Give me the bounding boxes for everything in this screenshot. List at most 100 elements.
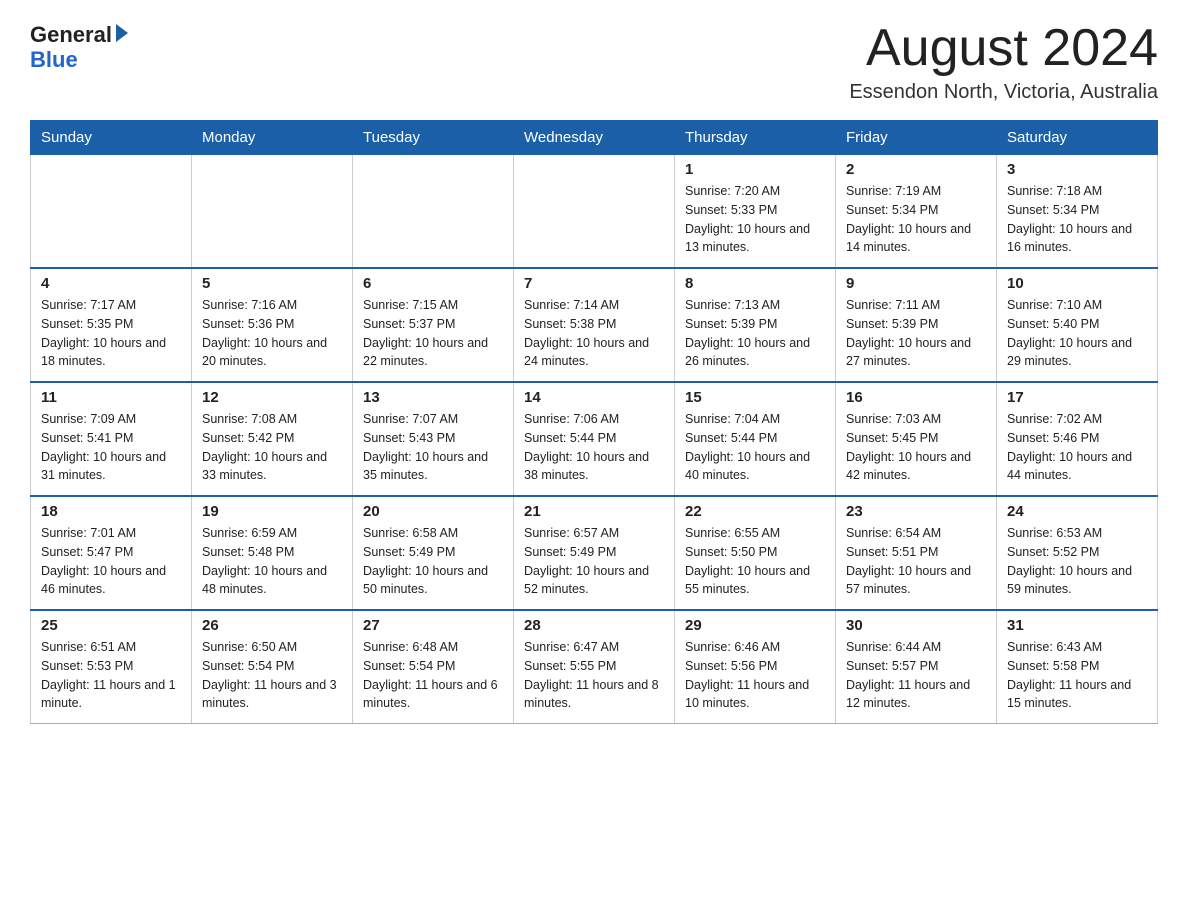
table-row <box>353 155 514 269</box>
day-number: 2 <box>846 161 986 178</box>
col-header-friday: Friday <box>836 121 997 155</box>
day-number: 6 <box>363 275 503 292</box>
table-row: 24 Sunrise: 6:53 AM Sunset: 5:52 PM Dayli… <box>997 496 1158 610</box>
day-info: Sunrise: 7:18 AM Sunset: 5:34 PM Dayligh… <box>1007 182 1147 257</box>
day-info: Sunrise: 6:43 AM Sunset: 5:58 PM Dayligh… <box>1007 638 1147 713</box>
table-row: 18Sunrise: 7:01 AM Sunset: 5:47 PM Dayli… <box>31 496 192 610</box>
day-info: Sunrise: 7:06 AM Sunset: 5:44 PM Dayligh… <box>524 410 664 485</box>
col-header-tuesday: Tuesday <box>353 121 514 155</box>
logo-blue-text: Blue <box>30 47 78 73</box>
day-number: 18 <box>41 503 181 520</box>
calendar-week-1: 1 Sunrise: 7:20 AM Sunset: 5:33 PM Daylig… <box>31 155 1158 269</box>
day-info: Sunrise: 6:50 AM Sunset: 5:54 PM Dayligh… <box>202 638 342 713</box>
table-row: 12 Sunrise: 7:08 AM Sunset: 5:42 PM Dayli… <box>192 382 353 496</box>
title-area: August 2024 Essendon North, Victoria, Au… <box>849 20 1158 104</box>
table-row: 10Sunrise: 7:10 AM Sunset: 5:40 PM Dayli… <box>997 268 1158 382</box>
table-row: 13 Sunrise: 7:07 AM Sunset: 5:43 PM Dayli… <box>353 382 514 496</box>
day-number: 5 <box>202 275 342 292</box>
day-info: Sunrise: 6:55 AM Sunset: 5:50 PM Dayligh… <box>685 524 825 599</box>
day-info: Sunrise: 7:04 AM Sunset: 5:44 PM Dayligh… <box>685 410 825 485</box>
table-row: 25Sunrise: 6:51 AM Sunset: 5:53 PM Dayli… <box>31 610 192 724</box>
table-row <box>192 155 353 269</box>
table-row <box>514 155 675 269</box>
day-number: 10 <box>1007 275 1147 292</box>
day-number: 20 <box>363 503 503 520</box>
day-number: 14 <box>524 389 664 406</box>
table-row <box>31 155 192 269</box>
day-info: Sunrise: 7:20 AM Sunset: 5:33 PM Dayligh… <box>685 182 825 257</box>
day-number: 1 <box>685 161 825 178</box>
table-row: 6Sunrise: 7:15 AM Sunset: 5:37 PM Daylig… <box>353 268 514 382</box>
table-row: 28 Sunrise: 6:47 AM Sunset: 5:55 PM Dayli… <box>514 610 675 724</box>
day-info: Sunrise: 6:44 AM Sunset: 5:57 PM Dayligh… <box>846 638 986 713</box>
table-row: 20 Sunrise: 6:58 AM Sunset: 5:49 PM Dayli… <box>353 496 514 610</box>
day-info: Sunrise: 7:19 AM Sunset: 5:34 PM Dayligh… <box>846 182 986 257</box>
table-row: 22 Sunrise: 6:55 AM Sunset: 5:50 PM Dayli… <box>675 496 836 610</box>
day-number: 8 <box>685 275 825 292</box>
day-info: Sunrise: 7:07 AM Sunset: 5:43 PM Dayligh… <box>363 410 503 485</box>
col-header-monday: Monday <box>192 121 353 155</box>
table-row: 21Sunrise: 6:57 AM Sunset: 5:49 PM Dayli… <box>514 496 675 610</box>
day-number: 17 <box>1007 389 1147 406</box>
table-row: 1 Sunrise: 7:20 AM Sunset: 5:33 PM Daylig… <box>675 155 836 269</box>
table-row: 26 Sunrise: 6:50 AM Sunset: 5:54 PM Dayli… <box>192 610 353 724</box>
calendar-table: Sunday Monday Tuesday Wednesday Thursday… <box>30 120 1158 724</box>
day-number: 13 <box>363 389 503 406</box>
calendar-header-row: Sunday Monday Tuesday Wednesday Thursday… <box>31 121 1158 155</box>
day-number: 28 <box>524 617 664 634</box>
day-number: 11 <box>41 389 181 406</box>
day-info: Sunrise: 6:59 AM Sunset: 5:48 PM Dayligh… <box>202 524 342 599</box>
calendar-week-3: 11Sunrise: 7:09 AM Sunset: 5:41 PM Dayli… <box>31 382 1158 496</box>
day-number: 31 <box>1007 617 1147 634</box>
day-number: 19 <box>202 503 342 520</box>
day-info: Sunrise: 7:08 AM Sunset: 5:42 PM Dayligh… <box>202 410 342 485</box>
day-info: Sunrise: 6:58 AM Sunset: 5:49 PM Dayligh… <box>363 524 503 599</box>
day-number: 15 <box>685 389 825 406</box>
table-row: 9 Sunrise: 7:11 AM Sunset: 5:39 PM Daylig… <box>836 268 997 382</box>
day-number: 12 <box>202 389 342 406</box>
day-info: Sunrise: 7:14 AM Sunset: 5:38 PM Dayligh… <box>524 296 664 371</box>
day-info: Sunrise: 7:11 AM Sunset: 5:39 PM Dayligh… <box>846 296 986 371</box>
day-info: Sunrise: 6:54 AM Sunset: 5:51 PM Dayligh… <box>846 524 986 599</box>
day-info: Sunrise: 7:16 AM Sunset: 5:36 PM Dayligh… <box>202 296 342 371</box>
table-row: 7 Sunrise: 7:14 AM Sunset: 5:38 PM Daylig… <box>514 268 675 382</box>
page-header: General Blue August 2024 Essendon North,… <box>30 20 1158 104</box>
day-info: Sunrise: 6:57 AM Sunset: 5:49 PM Dayligh… <box>524 524 664 599</box>
table-row: 16 Sunrise: 7:03 AM Sunset: 5:45 PM Dayli… <box>836 382 997 496</box>
table-row: 27Sunrise: 6:48 AM Sunset: 5:54 PM Dayli… <box>353 610 514 724</box>
day-number: 9 <box>846 275 986 292</box>
col-header-thursday: Thursday <box>675 121 836 155</box>
calendar-week-4: 18Sunrise: 7:01 AM Sunset: 5:47 PM Dayli… <box>31 496 1158 610</box>
table-row: 8 Sunrise: 7:13 AM Sunset: 5:39 PM Daylig… <box>675 268 836 382</box>
table-row: 3 Sunrise: 7:18 AM Sunset: 5:34 PM Daylig… <box>997 155 1158 269</box>
day-info: Sunrise: 6:46 AM Sunset: 5:56 PM Dayligh… <box>685 638 825 713</box>
logo-general-text: General <box>30 22 112 48</box>
day-info: Sunrise: 7:03 AM Sunset: 5:45 PM Dayligh… <box>846 410 986 485</box>
table-row: 4 Sunrise: 7:17 AM Sunset: 5:35 PM Daylig… <box>31 268 192 382</box>
day-number: 22 <box>685 503 825 520</box>
day-number: 26 <box>202 617 342 634</box>
day-info: Sunrise: 6:47 AM Sunset: 5:55 PM Dayligh… <box>524 638 664 713</box>
table-row: 5 Sunrise: 7:16 AM Sunset: 5:36 PM Daylig… <box>192 268 353 382</box>
day-number: 3 <box>1007 161 1147 178</box>
logo-triangle-icon <box>114 22 130 49</box>
day-info: Sunrise: 7:02 AM Sunset: 5:46 PM Dayligh… <box>1007 410 1147 485</box>
table-row: 31 Sunrise: 6:43 AM Sunset: 5:58 PM Dayli… <box>997 610 1158 724</box>
day-info: Sunrise: 6:48 AM Sunset: 5:54 PM Dayligh… <box>363 638 503 713</box>
day-info: Sunrise: 7:13 AM Sunset: 5:39 PM Dayligh… <box>685 296 825 371</box>
table-row: 2 Sunrise: 7:19 AM Sunset: 5:34 PM Daylig… <box>836 155 997 269</box>
logo: General Blue <box>30 20 130 73</box>
day-number: 4 <box>41 275 181 292</box>
col-header-sunday: Sunday <box>31 121 192 155</box>
table-row: 11Sunrise: 7:09 AM Sunset: 5:41 PM Dayli… <box>31 382 192 496</box>
day-number: 16 <box>846 389 986 406</box>
day-info: Sunrise: 7:17 AM Sunset: 5:35 PM Dayligh… <box>41 296 181 371</box>
day-number: 7 <box>524 275 664 292</box>
day-info: Sunrise: 6:53 AM Sunset: 5:52 PM Dayligh… <box>1007 524 1147 599</box>
table-row: 30Sunrise: 6:44 AM Sunset: 5:57 PM Dayli… <box>836 610 997 724</box>
table-row: 14 Sunrise: 7:06 AM Sunset: 5:44 PM Dayli… <box>514 382 675 496</box>
day-number: 24 <box>1007 503 1147 520</box>
table-row: 15 Sunrise: 7:04 AM Sunset: 5:44 PM Dayli… <box>675 382 836 496</box>
day-info: Sunrise: 6:51 AM Sunset: 5:53 PM Dayligh… <box>41 638 181 713</box>
table-row: 19 Sunrise: 6:59 AM Sunset: 5:48 PM Dayli… <box>192 496 353 610</box>
